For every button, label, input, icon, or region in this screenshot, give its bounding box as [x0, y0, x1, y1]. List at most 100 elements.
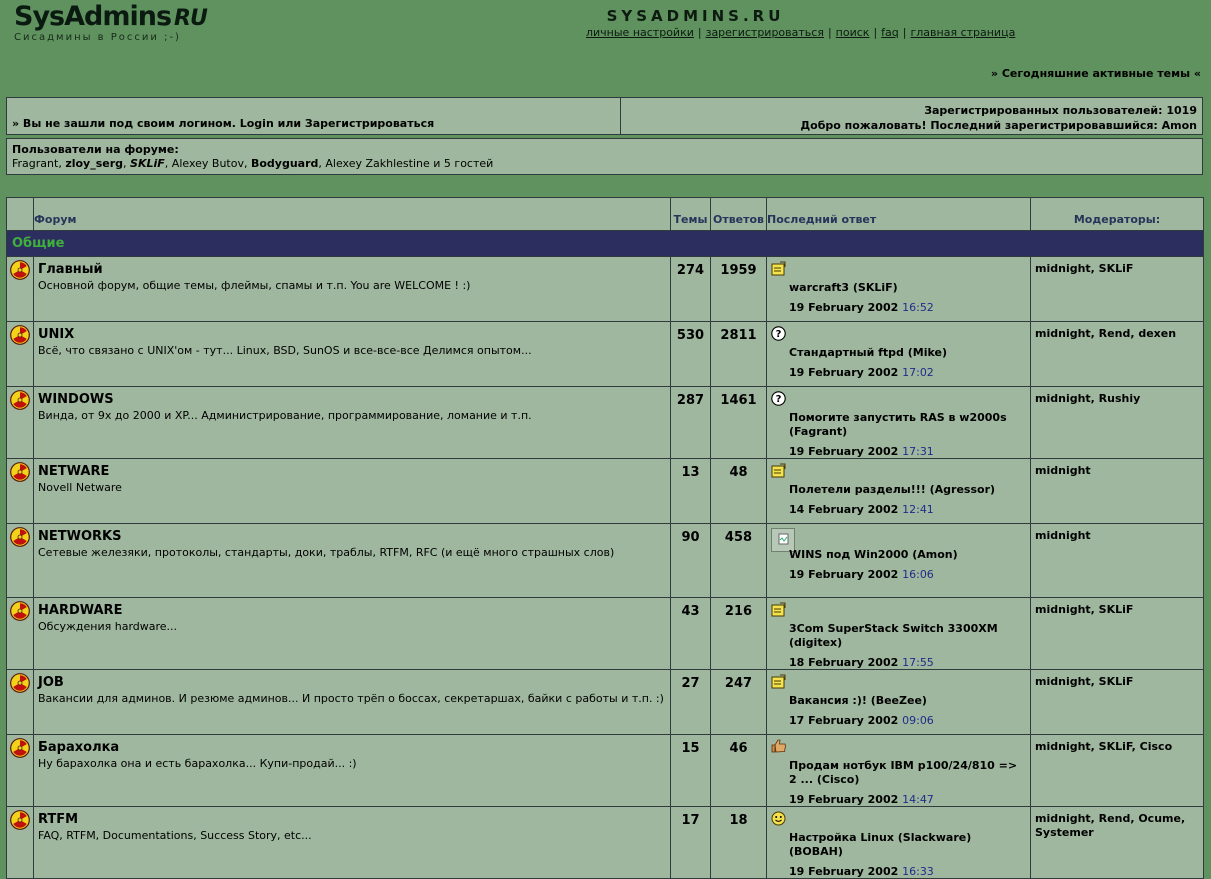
online-user[interactable]: Fragrant	[12, 157, 58, 170]
moderators-cell: midnight, SKLiF	[1030, 256, 1204, 322]
table-header-row: Форум Темы Ответов Последний ответ Модер…	[6, 197, 1204, 231]
nav-register-link[interactable]: зарегистрироваться	[706, 26, 824, 39]
post-icon-wrap	[771, 811, 1026, 827]
last-post-time-link[interactable]: 16:52	[902, 301, 934, 314]
last-post-time-link[interactable]: 17:55	[902, 656, 934, 669]
moderators-links[interactable]: midnight	[1035, 464, 1091, 477]
last-post-time-link[interactable]: 17:31	[902, 445, 934, 458]
last-post-time-link[interactable]: 09:06	[902, 714, 934, 727]
last-post-date: 19 February 2002	[789, 366, 899, 379]
last-post-link[interactable]: Полетели разделы!!! (Agressor)	[789, 483, 995, 496]
forum-row: JOB Вакансии для админов. И резюме админо…	[6, 669, 1204, 735]
forum-link[interactable]: JOB	[38, 675, 64, 690]
last-post-link[interactable]: warcraft3 (SKLiF)	[789, 281, 898, 294]
forum-link[interactable]: UNIX	[38, 327, 74, 342]
online-user[interactable]: Alexey Butov	[172, 157, 244, 170]
last-post-time-link[interactable]: 17:02	[902, 366, 934, 379]
online-users-list: Fragrant, zloy_serg, SKLiF, Alexey Butov…	[12, 157, 494, 170]
forum-description: Novell Netware	[38, 481, 122, 494]
forum-link[interactable]: Барахолка	[38, 740, 119, 755]
radiation-icon	[10, 462, 30, 482]
nav-separator: |	[902, 26, 907, 39]
radiation-icon	[10, 260, 30, 280]
last-post-link[interactable]: Вакансия :)! (BeeZee)	[789, 694, 927, 707]
moderators-links[interactable]: midnight, Rend, Ocume, Systemer	[1035, 812, 1185, 839]
moderators-links[interactable]: midnight, SKLiF, Cisco	[1035, 740, 1172, 753]
forum-status-cell	[6, 597, 34, 670]
moderators-cell: midnight, Rend, dexen	[1030, 321, 1204, 387]
last-post-link[interactable]: Настройка Linux (Slackware) (BOBAH)	[789, 831, 971, 858]
forum-status-cell	[6, 256, 34, 322]
last-post-link[interactable]: 3Com SuperStack Switch 3300XM (digitex)	[789, 622, 998, 649]
moderators-links[interactable]: midnight, SKLiF	[1035, 675, 1133, 688]
topic-count: 274	[670, 256, 711, 322]
online-user[interactable]: zloy_serg	[65, 157, 123, 170]
last-post-time-link[interactable]: 12:41	[902, 503, 934, 516]
forum-description: Винда, от 9х до 2000 и XP... Администрир…	[38, 409, 532, 422]
forum-description: FAQ, RTFM, Documentations, Success Story…	[38, 829, 312, 842]
moderators-links[interactable]: midnight, Rushiy	[1035, 392, 1140, 405]
moderators-links[interactable]: midnight	[1035, 529, 1091, 542]
forum-cell: Барахолка Ну барахолка она и есть барахол…	[33, 734, 671, 807]
moderators-links[interactable]: midnight, SKLiF	[1035, 262, 1133, 275]
last-post-time-link[interactable]: 14:47	[902, 793, 934, 806]
moderators-cell: midnight, SKLiF	[1030, 597, 1204, 670]
online-user[interactable]: SKLiF	[130, 157, 165, 170]
header-last-post: Последний ответ	[766, 197, 1031, 231]
category-row: Общие	[6, 230, 1204, 257]
logo-slogan: Сисадмины в России ;-)	[14, 32, 181, 43]
forum-cell: UNIX Всё, что связано с UNIX'ом - тут... …	[33, 321, 671, 387]
active-topics-link[interactable]: » Сегодняшние активные темы «	[991, 67, 1201, 80]
registered-count: Зарегистрированных пользователей: 1019	[924, 104, 1197, 117]
moderators-cell: midnight, SKLiF, Cisco	[1030, 734, 1204, 807]
nav-home-link[interactable]: главная страница	[910, 26, 1015, 39]
nav-settings-link[interactable]: личные настройки	[586, 26, 694, 39]
post-icon-wrap: ?	[771, 326, 1026, 342]
forum-status-cell	[6, 734, 34, 807]
nav-search-link[interactable]: поиск	[836, 26, 870, 39]
moderators-links[interactable]: midnight, SKLiF	[1035, 603, 1133, 616]
forum-description: Сетевые железяки, протоколы, стандарты, …	[38, 546, 615, 559]
login-link[interactable]: » Вы не зашли под своим логином. Login и…	[12, 117, 434, 130]
last-post-cell: 3Com SuperStack Switch 3300XM (digitex) 1…	[766, 597, 1031, 670]
last-post-date: 18 February 2002	[789, 656, 899, 669]
online-user[interactable]: Alexey Zakhlestine	[325, 157, 429, 170]
forum-cell: Главный Основной форум, общие темы, флейм…	[33, 256, 671, 322]
last-post-date: 17 February 2002	[789, 714, 899, 727]
last-post-time-link[interactable]: 16:06	[902, 568, 934, 581]
forum-status-cell	[6, 523, 34, 598]
last-post-time-link[interactable]: 16:33	[902, 865, 934, 878]
category-title[interactable]: Общие	[6, 230, 1204, 257]
forum-link[interactable]: NETWORKS	[38, 529, 121, 544]
forum-cell: RTFM FAQ, RTFM, Documentations, Success S…	[33, 806, 671, 879]
note-icon	[771, 463, 786, 478]
nav-faq-link[interactable]: faq	[881, 26, 899, 39]
last-post-link[interactable]: Помогите запустить RAS в w2000s (Fagrant…	[789, 411, 1007, 438]
radiation-icon	[10, 390, 30, 410]
note-icon	[771, 674, 786, 689]
forum-link[interactable]: HARDWARE	[38, 603, 122, 618]
moderators-cell: midnight, Rushiy	[1030, 386, 1204, 459]
last-post-link[interactable]: Стандартный ftpd (Mike)	[789, 346, 947, 359]
last-post-date: 19 February 2002	[789, 793, 899, 806]
question-icon: ?	[771, 326, 786, 341]
forum-row: Барахолка Ну барахолка она и есть барахол…	[6, 734, 1204, 807]
forum-link[interactable]: WINDOWS	[38, 392, 114, 407]
last-post-link[interactable]: Продам нотбук IBM p100/24/810 => 2 ... (…	[789, 759, 1017, 786]
moderators-links[interactable]: midnight, Rend, dexen	[1035, 327, 1176, 340]
forum-row: NETWORKS Сетевые железяки, протоколы, ста…	[6, 523, 1204, 598]
topic-count: 15	[670, 734, 711, 807]
last-post-date: 19 February 2002	[789, 301, 899, 314]
forum-link[interactable]: NETWARE	[38, 464, 109, 479]
thumb-up-icon	[771, 739, 786, 753]
post-icon-wrap	[771, 261, 1026, 277]
reply-count: 18	[710, 806, 767, 879]
forum-row: UNIX Всё, что связано с UNIX'ом - тут... …	[6, 321, 1204, 387]
reply-count: 458	[710, 523, 767, 598]
forum-status-cell	[6, 321, 34, 387]
forum-link[interactable]: Главный	[38, 262, 103, 277]
online-user[interactable]: Bodyguard	[251, 157, 318, 170]
topic-count: 17	[670, 806, 711, 879]
forum-link[interactable]: RTFM	[38, 812, 78, 827]
last-post-link[interactable]: WINS под Win2000 (Amon)	[789, 548, 958, 561]
